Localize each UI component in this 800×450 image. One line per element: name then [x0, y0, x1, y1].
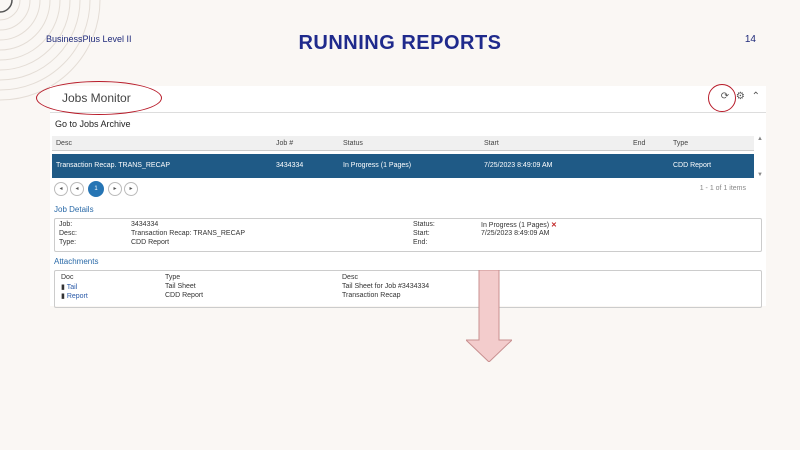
- current-page[interactable]: 1: [88, 181, 104, 197]
- attach-col-doc: Doc: [61, 274, 74, 281]
- job-value: 3434334: [131, 221, 159, 228]
- file-icon: ▮: [61, 284, 65, 291]
- last-page-icon[interactable]: ▸: [124, 182, 138, 196]
- row-status: In Progress (1 Pages): [343, 162, 412, 169]
- panel-header-icons: ⟳ ⚙ ⌃: [717, 91, 760, 102]
- list-item[interactable]: ▮ Report: [61, 292, 88, 300]
- gear-icon[interactable]: ⚙: [736, 91, 745, 102]
- desc-label: Desc:: [59, 230, 77, 237]
- jobs-archive-link[interactable]: Go to Jobs Archive: [55, 119, 131, 129]
- status-value: In Progress (1 Pages) ✕: [481, 222, 557, 229]
- col-desc[interactable]: Desc: [56, 140, 72, 147]
- job-label: Job:: [59, 221, 73, 228]
- chevron-up-icon[interactable]: ⌃: [752, 91, 760, 102]
- row-job: 3434334: [276, 162, 304, 169]
- row-type: CDD Report: [673, 162, 712, 169]
- next-page-icon[interactable]: ▸: [108, 182, 122, 196]
- job-details-label: Job Details: [54, 205, 94, 214]
- table-row[interactable]: Transaction Recap. TRANS_RECAP 3434334 I…: [52, 154, 754, 178]
- col-status[interactable]: Status: [343, 140, 363, 147]
- type-value: CDD Report: [131, 239, 170, 246]
- page-number: 14: [744, 34, 756, 45]
- panel-header: Jobs Monitor ⟳ ⚙ ⌃: [36, 81, 766, 115]
- col-type[interactable]: Type: [673, 140, 688, 147]
- type-label: Type:: [59, 239, 77, 246]
- list-item[interactable]: ▮ Tail: [61, 283, 77, 291]
- start-value: 7/25/2023 8:49:09 AM: [481, 230, 550, 237]
- col-start[interactable]: Start: [484, 140, 499, 147]
- down-arrow-icon: [466, 270, 512, 362]
- end-label: End:: [413, 239, 428, 246]
- attachments-panel: Doc Type Desc ▮ Tail Tail Sheet Tail She…: [54, 270, 762, 308]
- row-desc: Transaction Recap. TRANS_RECAP: [56, 162, 170, 169]
- attach-desc: Tail Sheet for Job #3434334: [342, 283, 430, 290]
- attach-desc: Transaction Recap: [342, 292, 401, 299]
- jobs-monitor-screenshot: Jobs Monitor ⟳ ⚙ ⌃ Go to Jobs Archive De…: [36, 81, 766, 308]
- attach-type: CDD Report: [165, 292, 204, 299]
- refresh-icon[interactable]: ⟳: [721, 91, 729, 102]
- job-details-panel: Job: 3434334 Desc: Transaction Recap: TR…: [54, 218, 762, 252]
- first-page-icon[interactable]: ◂: [54, 182, 68, 196]
- panel-title: Jobs Monitor: [62, 91, 131, 105]
- file-icon: ▮: [61, 293, 65, 300]
- col-job[interactable]: Job #: [276, 140, 293, 147]
- cancel-x-icon[interactable]: ✕: [551, 222, 557, 229]
- prev-page-icon[interactable]: ◂: [70, 182, 84, 196]
- scrollbar[interactable]: ▲ ▼: [756, 136, 764, 196]
- table-header: Desc Job # Status Start End Type: [52, 136, 754, 151]
- desc-value: Transaction Recap: TRANS_RECAP: [131, 230, 245, 237]
- slide-title: RUNNING REPORTS: [298, 32, 502, 54]
- attach-col-desc: Desc: [342, 274, 358, 281]
- start-label: Start:: [413, 230, 430, 237]
- status-label: Status:: [413, 221, 435, 228]
- col-end[interactable]: End: [633, 140, 645, 147]
- attachments-label: Attachments: [54, 257, 99, 266]
- attach-col-type: Type: [165, 274, 181, 281]
- attach-type: Tail Sheet: [165, 283, 196, 290]
- row-start: 7/25/2023 8:49:09 AM: [484, 162, 553, 169]
- pager-count: 1 - 1 of 1 items: [699, 185, 746, 192]
